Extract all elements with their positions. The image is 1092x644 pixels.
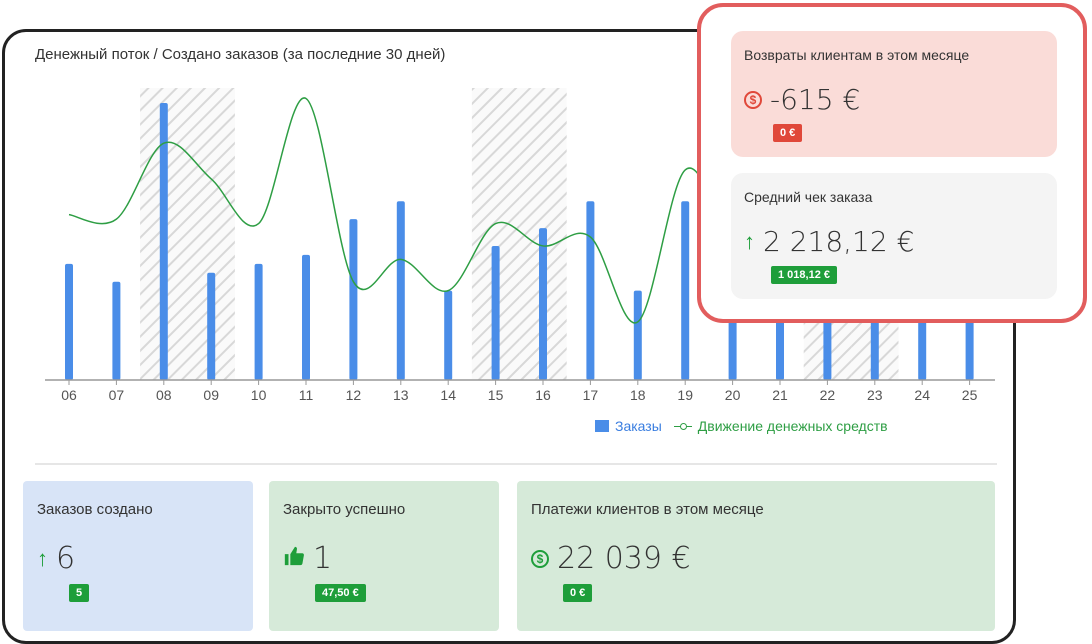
- closed-success-title: Закрыто успешно: [283, 501, 406, 518]
- bar-06: [65, 263, 73, 380]
- bar-16: [539, 228, 547, 380]
- customer-payments-value: 22 039 €: [557, 541, 691, 576]
- divider: [35, 463, 997, 465]
- arrow-up-icon: ↑: [37, 545, 48, 571]
- average-check-badge: 1 018,12 €: [771, 266, 837, 284]
- bar-17: [586, 201, 595, 380]
- customer-returns-badge: 0 €: [773, 124, 803, 142]
- bar-15: [491, 245, 500, 380]
- bar-11: [302, 254, 310, 380]
- bar-19: [681, 201, 690, 380]
- x-tick-label-11: 11: [299, 387, 314, 403]
- bar-10: [254, 263, 263, 380]
- closed-success-badge: 47,50 €: [315, 584, 366, 602]
- bar-07: [112, 281, 121, 380]
- x-tick-label-07: 07: [109, 387, 125, 403]
- x-tick-label-10: 10: [251, 387, 267, 403]
- legend-orders-label[interactable]: Заказы: [615, 418, 662, 434]
- legend-orders-swatch[interactable]: [595, 420, 609, 432]
- x-tick-label-21: 21: [772, 387, 788, 403]
- closed-success-value: 1: [313, 541, 333, 576]
- x-tick-label-06: 06: [61, 387, 77, 403]
- x-tick-label-09: 09: [203, 387, 219, 403]
- x-tick-label-08: 08: [156, 387, 172, 403]
- x-tick-label-18: 18: [630, 387, 646, 403]
- customer-returns-value: -615 €: [770, 83, 861, 116]
- x-tick-label-17: 17: [583, 387, 599, 403]
- x-tick-label-25: 25: [962, 387, 978, 403]
- orders-created-badge: 5: [69, 584, 90, 602]
- customer-payments-title: Платежи клиентов в этом месяце: [531, 501, 764, 518]
- customer-returns-card[interactable]: Возвраты клиентам в этом месяце $ -615 €…: [731, 31, 1057, 157]
- chart-legend: Заказы Движение денежных средств: [595, 418, 888, 434]
- x-tick-label-22: 22: [820, 387, 836, 403]
- legend-cash-swatch[interactable]: [673, 421, 692, 431]
- orders-created-title: Заказов создано: [37, 501, 153, 518]
- bar-14: [444, 290, 453, 380]
- closed-success-card[interactable]: Закрыто успешно 1 47,50 €: [269, 481, 499, 631]
- thumbs-up-icon: [283, 545, 305, 572]
- x-tick-label-20: 20: [725, 387, 741, 403]
- arrow-up-icon: ↑: [744, 228, 755, 254]
- dollar-circle-icon: $: [744, 90, 762, 109]
- x-tick-label-19: 19: [677, 387, 693, 403]
- bar-13: [396, 201, 405, 380]
- x-tick-label-13: 13: [393, 387, 409, 403]
- customer-payments-badge: 0 €: [563, 584, 593, 602]
- x-tick-label-24: 24: [914, 387, 930, 403]
- legend-cash-label[interactable]: Движение денежных средств: [698, 418, 888, 434]
- bar-09: [207, 272, 216, 380]
- average-check-title: Средний чек заказа: [744, 189, 873, 205]
- bar-12: [349, 219, 358, 380]
- customer-payments-card[interactable]: Платежи клиентов в этом месяце $ 22 039 …: [517, 481, 995, 631]
- average-check-value: 2 218,12 €: [763, 225, 915, 258]
- x-tick-label-16: 16: [535, 387, 551, 403]
- x-tick-label-23: 23: [867, 387, 883, 403]
- highlight-overlay: Возвраты клиентам в этом месяце $ -615 €…: [697, 3, 1087, 323]
- x-tick-label-15: 15: [488, 387, 504, 403]
- bar-18: [633, 290, 642, 380]
- customer-returns-title: Возвраты клиентам в этом месяце: [744, 47, 970, 63]
- average-check-card[interactable]: Средний чек заказа ↑ 2 218,12 € 1 018,12…: [731, 173, 1057, 299]
- x-tick-label-14: 14: [440, 387, 456, 403]
- orders-created-card[interactable]: Заказов создано ↑ 6 5: [23, 481, 253, 631]
- x-tick-label-12: 12: [346, 387, 362, 403]
- orders-created-value: 6: [56, 541, 76, 576]
- dollar-circle-icon: $: [531, 549, 549, 568]
